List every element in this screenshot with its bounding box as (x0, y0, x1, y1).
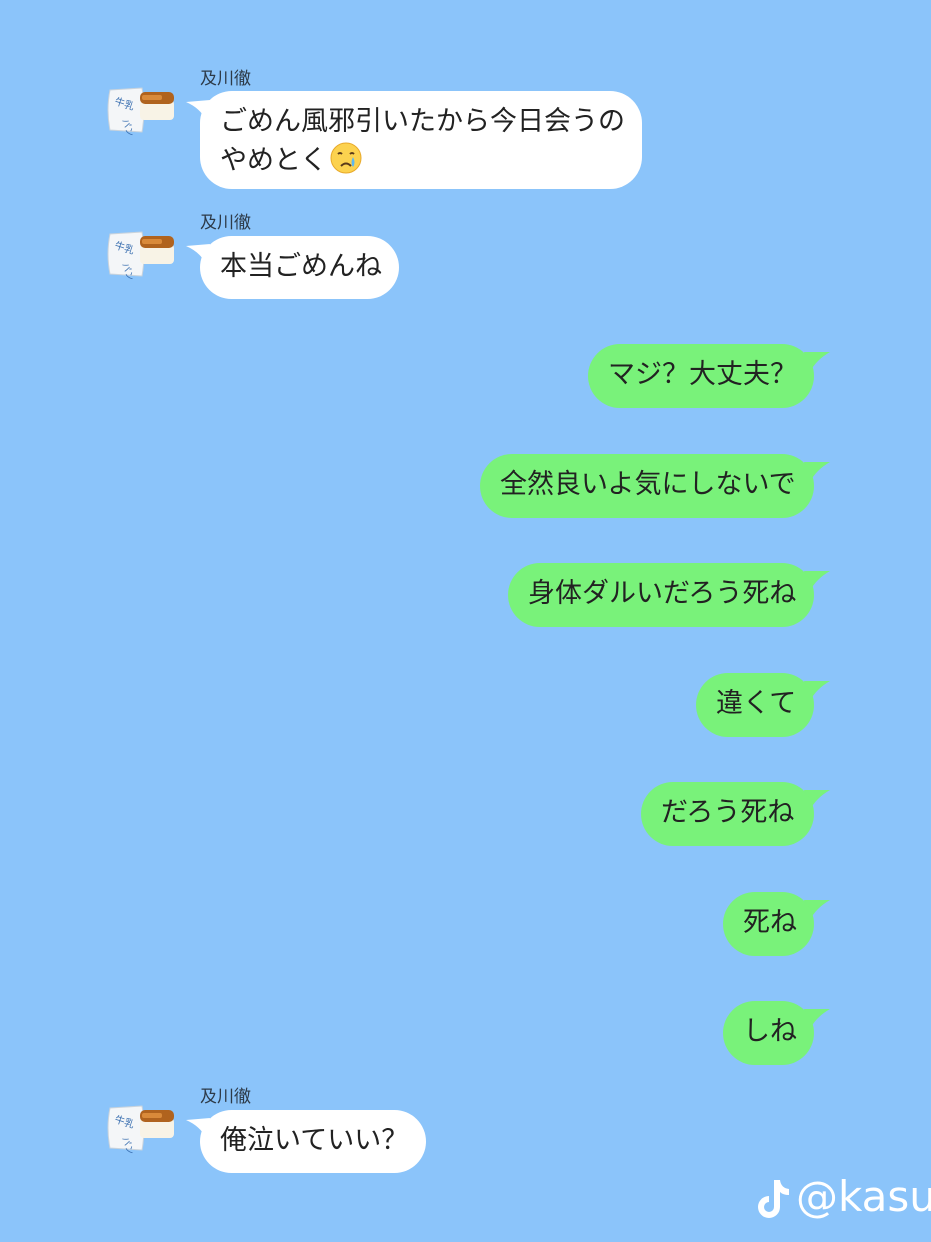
message-text: 死ね (743, 907, 797, 938)
sender-name: 及川徹 (200, 213, 251, 233)
message-bubble-outgoing[interactable]: 身体ダルいだろう死ね (508, 563, 814, 627)
message-bubble-outgoing[interactable]: 違くて (696, 673, 814, 737)
message-text: 本当ごめんね (220, 251, 382, 282)
message-bubble-incoming[interactable]: 本当ごめんね (200, 236, 399, 299)
message-text: 違くて (716, 688, 797, 719)
avatar[interactable]: 牛乳 パン (104, 230, 176, 280)
message-text: 俺泣いていい？ (220, 1125, 409, 1156)
message-text: しね (743, 1016, 797, 1047)
message-text: やめとく (220, 145, 328, 176)
tiktok-icon (758, 1180, 789, 1218)
message-bubble-outgoing[interactable]: だろう死ね (641, 782, 814, 846)
sender-name: 及川徹 (200, 1087, 251, 1107)
message-bubble-outgoing[interactable]: 死ね (723, 892, 814, 956)
watermark-handle: @kasu_ (796, 1172, 931, 1221)
message-text: 全然良いよ気にしないで (500, 469, 796, 500)
sender-name: 及川徹 (200, 69, 251, 89)
message-bubble-outgoing[interactable]: マジ？大丈夫？ (588, 344, 814, 408)
crying-face-icon (330, 142, 362, 174)
message-text: ごめん風邪引いたから今日会うの (220, 106, 625, 137)
message-bubble-outgoing[interactable]: しね (723, 1001, 814, 1065)
message-text: マジ？大丈夫？ (608, 359, 797, 390)
message-bubble-outgoing[interactable]: 全然良いよ気にしないで (480, 454, 814, 518)
message-bubble-incoming[interactable]: ごめん風邪引いたから今日会うの やめとく (200, 91, 642, 189)
message-text: 身体ダルいだろう死ね (528, 578, 797, 609)
avatar[interactable]: 牛乳 パン (104, 86, 176, 136)
avatar[interactable]: 牛乳 パン (104, 1104, 176, 1154)
message-bubble-incoming[interactable]: 俺泣いていい？ (200, 1110, 426, 1173)
message-text: だろう死ね (661, 797, 795, 828)
